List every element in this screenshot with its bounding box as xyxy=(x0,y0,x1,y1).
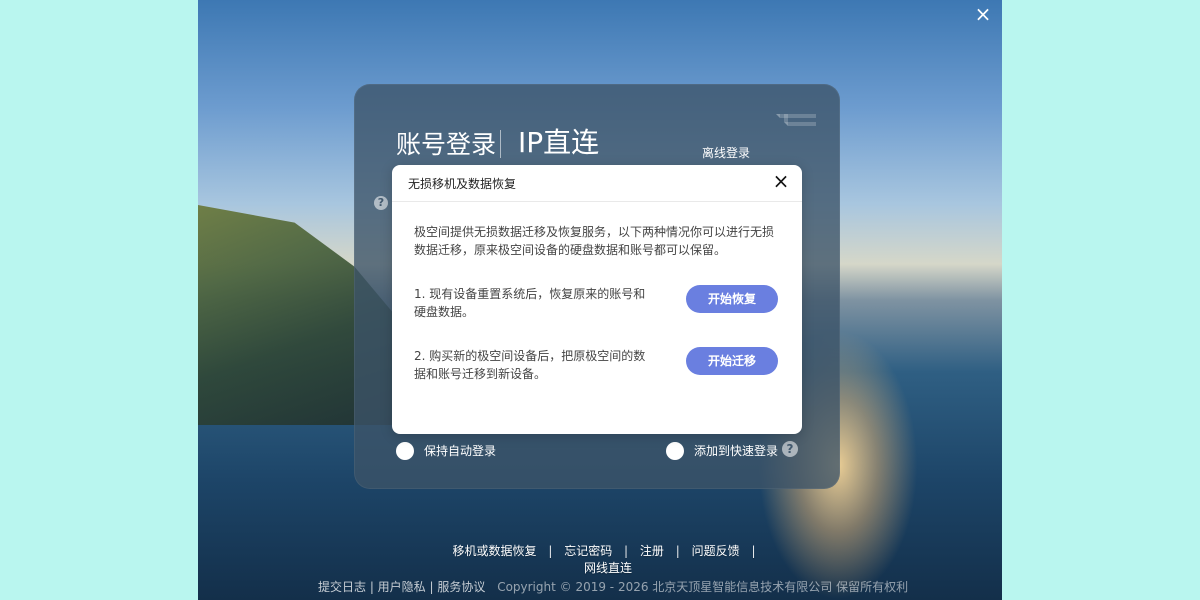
dialog-title: 无损移机及数据恢复 xyxy=(408,177,517,191)
dialog-intro: 极空间提供无损数据迁移及恢复服务，以下两种情况你可以进行无损数据迁移，原来极空间… xyxy=(414,225,775,257)
auto-login-label: 保持自动登录 xyxy=(424,444,497,458)
bottom-links: 移机或数据恢复 | 忘记密码 | 注册 | 问题反馈 | 网线直连 xyxy=(438,542,778,576)
separator: | xyxy=(751,544,756,558)
footer: 提交日志 | 用户隐私 | 服务协议 Copyright © 2019 - 20… xyxy=(318,578,908,595)
option-migrate: 2. 购买新的极空间设备后，把原极空间的数据和账号迁移到新设备。 开始迁移 xyxy=(414,347,778,387)
auto-login-checkbox[interactable] xyxy=(396,442,414,460)
tab-divider xyxy=(500,130,501,158)
quick-login-label: 添加到快速登录 xyxy=(694,444,779,458)
bottom-link-migration-recovery[interactable]: 移机或数据恢复 xyxy=(452,542,536,559)
dialog-header: 无损移机及数据恢复 × xyxy=(392,165,802,202)
option-restore: 1. 现有设备重置系统后，恢复原来的账号和硬盘数据。 开始恢复 xyxy=(414,285,778,325)
login-options-row: 保持自动登录 添加到快速登录 ? xyxy=(396,441,806,463)
help-icon[interactable]: ? xyxy=(374,196,388,210)
start-migrate-button[interactable]: 开始迁移 xyxy=(686,347,778,375)
close-icon[interactable]: × xyxy=(772,170,790,192)
footer-links[interactable]: 提交日志 | 用户隐私 | 服务协议 xyxy=(318,580,485,594)
bottom-link-register[interactable]: 注册 xyxy=(640,542,664,559)
bottom-link-wired-direct[interactable]: 网线直连 xyxy=(584,559,632,576)
bottom-link-feedback[interactable]: 问题反馈 xyxy=(692,542,740,559)
help-icon[interactable]: ? xyxy=(782,441,798,457)
separator: | xyxy=(548,544,553,558)
separator: | xyxy=(624,544,629,558)
option-text: 2. 购买新的极空间设备后，把原极空间的数据和账号迁移到新设备。 xyxy=(414,349,646,381)
copyright-text: Copyright © 2019 - 2026 北京天顶星智能信息技术有限公司 … xyxy=(497,580,909,594)
migration-recovery-dialog: 无损移机及数据恢复 × 极空间提供无损数据迁移及恢复服务，以下两种情况你可以进行… xyxy=(392,165,802,434)
app-window: × 账号登录 IP直连 离线登录 ? 保持自动登录 添加到快速登录 ? 无损移机… xyxy=(198,0,1002,600)
option-text: 1. 现有设备重置系统后，恢复原来的账号和硬盘数据。 xyxy=(414,287,646,319)
qr-code-icon[interactable] xyxy=(776,114,816,154)
start-restore-button[interactable]: 开始恢复 xyxy=(686,285,778,313)
quick-login-checkbox[interactable] xyxy=(666,442,684,460)
offline-login-link[interactable]: 离线登录 xyxy=(702,144,750,161)
tab-account-login[interactable]: 账号登录 xyxy=(396,131,496,159)
separator: | xyxy=(675,544,680,558)
bottom-link-forgot-password[interactable]: 忘记密码 xyxy=(564,542,612,559)
window-close-icon[interactable]: × xyxy=(972,3,994,25)
tab-ip-direct[interactable]: IP直连 xyxy=(518,129,599,157)
